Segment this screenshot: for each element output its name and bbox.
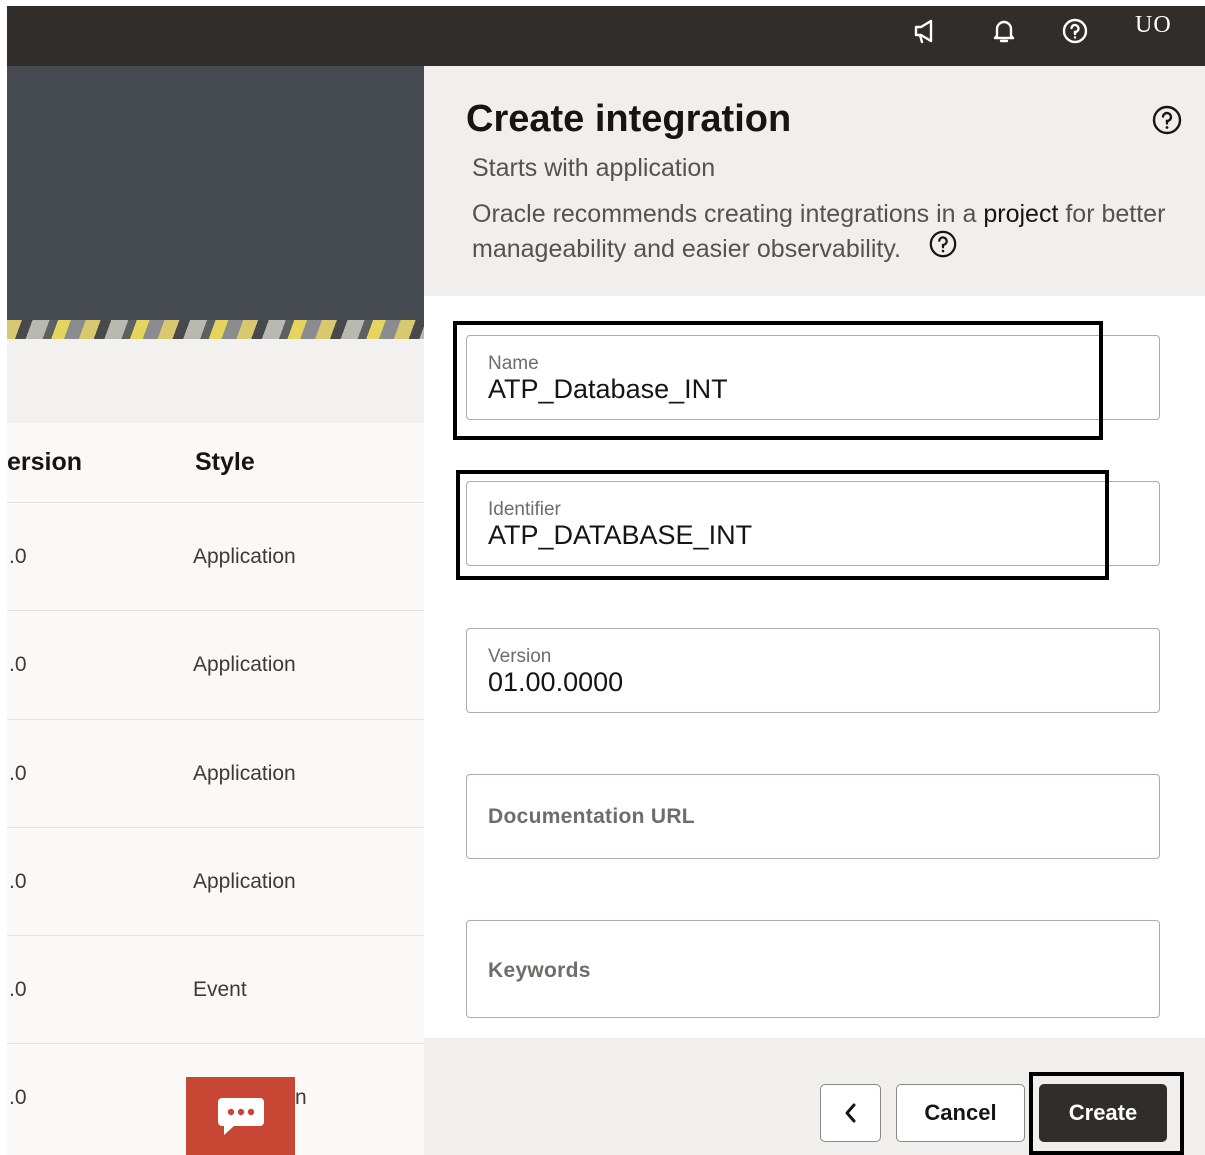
keywords-placeholder: Keywords: [488, 959, 591, 982]
chevron-left-icon: [845, 1103, 855, 1123]
name-label: Name: [488, 353, 539, 374]
help-icon[interactable]: [1151, 104, 1183, 141]
name-value[interactable]: ATP_Database_INT: [488, 374, 728, 405]
megaphone-icon[interactable]: [909, 14, 943, 48]
cell-style: n: [295, 1086, 307, 1109]
banner-stripe: [7, 320, 424, 339]
documentation-url-field[interactable]: Documentation URL: [466, 774, 1160, 859]
create-button[interactable]: Create: [1039, 1084, 1167, 1142]
cell-version: .0: [9, 762, 27, 785]
table-row[interactable]: .0 Application: [7, 827, 424, 935]
cell-version: .0: [9, 1086, 27, 1109]
project-link[interactable]: project: [983, 200, 1058, 228]
version-label: Version: [488, 646, 552, 667]
back-button[interactable]: [820, 1084, 881, 1142]
documentation-url-placeholder: Documentation URL: [488, 805, 695, 828]
panel-subtitle: Starts with application: [472, 154, 716, 182]
name-field[interactable]: Name ATP_Database_INT: [466, 335, 1160, 420]
cell-style: Application: [193, 653, 296, 676]
help-icon[interactable]: [1058, 14, 1092, 48]
panel-description: Oracle recommends creating integrations …: [472, 198, 1182, 270]
table-row[interactable]: .0 Application: [7, 610, 424, 718]
panel-title: Create integration: [466, 98, 792, 140]
bell-icon[interactable]: [987, 14, 1021, 48]
integrations-table: ersion Style .0 Application .0 Applicati…: [7, 423, 424, 1155]
filter-area: [7, 339, 424, 423]
cell-style: Application: [193, 870, 296, 893]
table-row[interactable]: .0 Event: [7, 935, 424, 1043]
help-icon[interactable]: [928, 229, 958, 268]
version-field[interactable]: Version 01.00.0000: [466, 628, 1160, 713]
chat-button[interactable]: [186, 1077, 295, 1155]
cell-version: .0: [9, 870, 27, 893]
description-text: Oracle recommends creating integrations …: [472, 200, 984, 228]
identifier-value[interactable]: ATP_DATABASE_INT: [488, 520, 752, 551]
top-bar: UO: [7, 6, 1205, 66]
cell-version: .0: [9, 978, 27, 1001]
identifier-field[interactable]: Identifier ATP_DATABASE_INT: [466, 481, 1160, 566]
cell-style: Application: [193, 762, 296, 785]
cell-version: .0: [9, 545, 27, 568]
create-integration-panel: Create integration Starts with applicati…: [424, 66, 1205, 1155]
column-header-style[interactable]: Style: [195, 448, 255, 477]
keywords-field[interactable]: Keywords: [466, 920, 1160, 1018]
table-row[interactable]: .0 Application: [7, 502, 424, 610]
panel-header: Create integration Starts with applicati…: [424, 66, 1205, 296]
chat-bubble-icon: [217, 1098, 264, 1135]
cell-style: Event: [193, 978, 247, 1001]
version-value[interactable]: 01.00.0000: [488, 667, 623, 698]
identifier-label: Identifier: [488, 499, 561, 520]
cell-version: .0: [9, 653, 27, 676]
cell-style: Application: [193, 545, 296, 568]
hero-banner: [7, 66, 424, 339]
cancel-button[interactable]: Cancel: [896, 1084, 1025, 1142]
table-row[interactable]: .0 Application: [7, 719, 424, 827]
panel-footer: Cancel Create: [424, 1038, 1205, 1155]
column-header-version[interactable]: ersion: [7, 448, 82, 477]
user-avatar[interactable]: UO: [1135, 12, 1172, 39]
